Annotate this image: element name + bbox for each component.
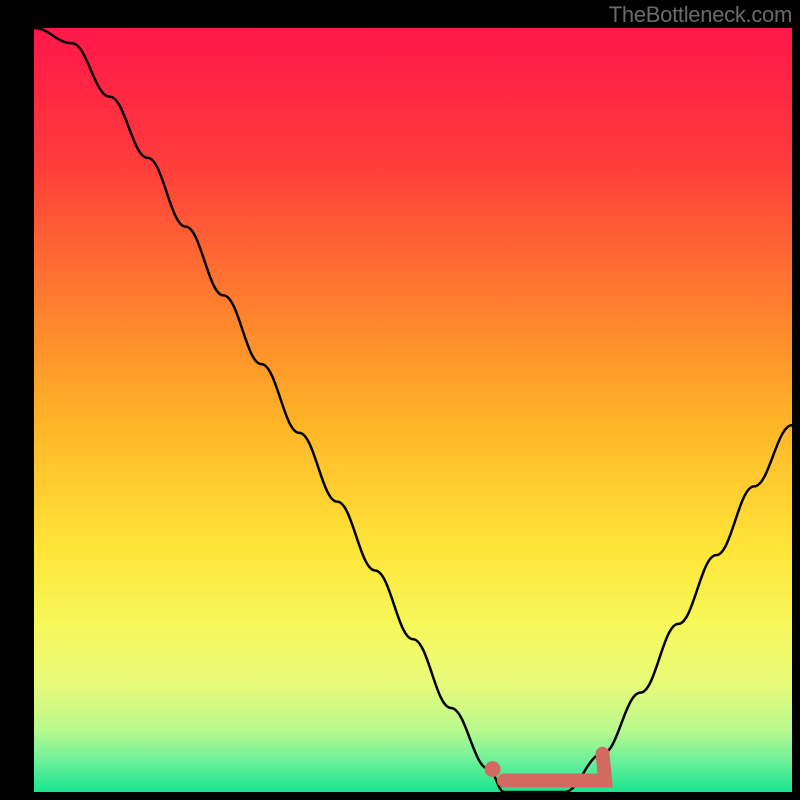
attribution-label: TheBottleneck.com (609, 2, 792, 28)
chart-svg (0, 0, 800, 800)
marker-dot (485, 761, 501, 777)
bottleneck-chart: TheBottleneck.com (0, 0, 800, 800)
plot-background (34, 28, 792, 792)
